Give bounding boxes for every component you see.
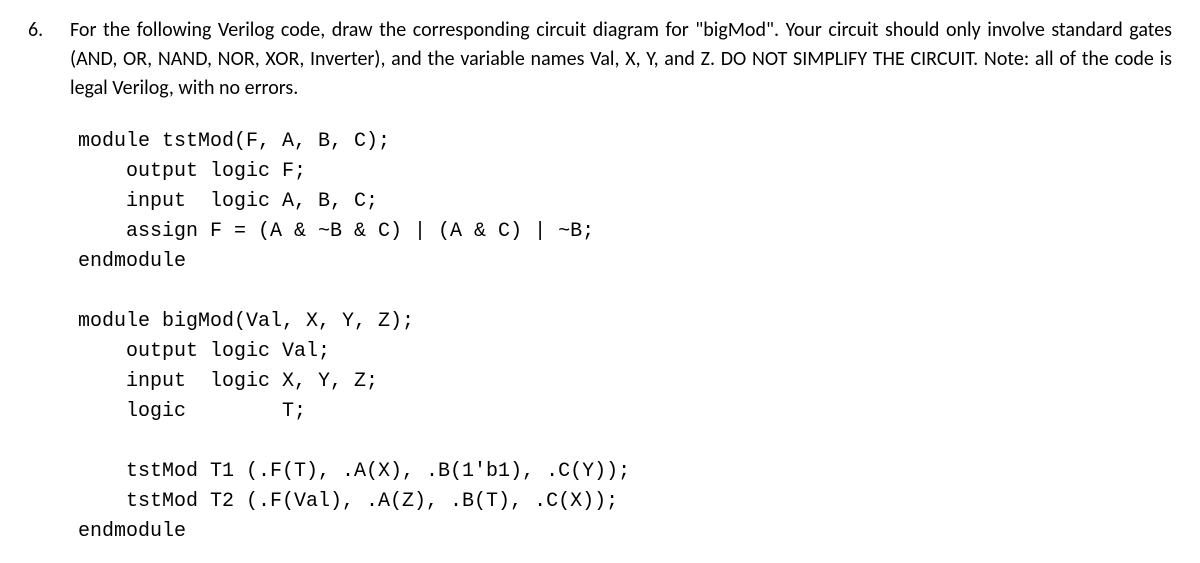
question-prompt: For the following Verilog code, draw the… <box>70 16 1172 103</box>
code-line: output logic F; <box>78 160 306 183</box>
code-line: input logic X, Y, Z; <box>78 370 378 393</box>
question-number: 6. <box>28 16 52 547</box>
question-body: For the following Verilog code, draw the… <box>70 16 1172 547</box>
code-line: tstMod T1 (.F(T), .A(X), .B(1'b1), .C(Y)… <box>78 460 630 483</box>
question-block: 6. For the following Verilog code, draw … <box>28 16 1172 547</box>
code-line: endmodule <box>78 520 186 543</box>
code-line: logic T; <box>78 400 306 423</box>
code-line: output logic Val; <box>78 340 330 363</box>
code-line: module bigMod(Val, X, Y, Z); <box>78 310 414 333</box>
code-line: tstMod T2 (.F(Val), .A(Z), .B(T), .C(X))… <box>78 490 618 513</box>
code-line: endmodule <box>78 250 186 273</box>
code-line: assign F = (A & ~B & C) | (A & C) | ~B; <box>78 220 594 243</box>
code-module-bigmod: module bigMod(Val, X, Y, Z); output logi… <box>78 307 1172 547</box>
code-line: module tstMod(F, A, B, C); <box>78 130 390 153</box>
code-line: input logic A, B, C; <box>78 190 378 213</box>
code-module-tstmod: module tstMod(F, A, B, C); output logic … <box>78 127 1172 277</box>
